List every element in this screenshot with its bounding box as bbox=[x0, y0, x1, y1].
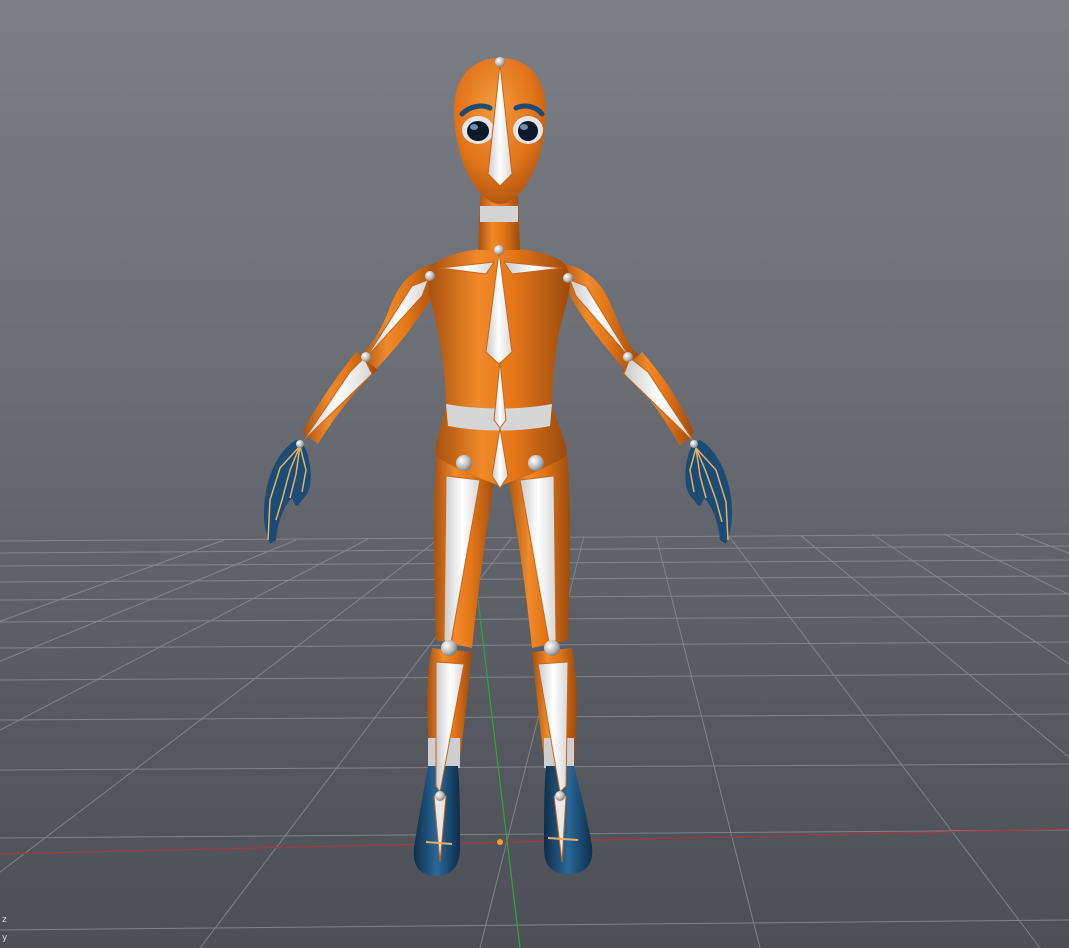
right-hip-joint[interactable] bbox=[528, 455, 544, 471]
right-eye-highlight bbox=[520, 124, 528, 130]
head-top-joint[interactable] bbox=[495, 57, 505, 67]
x-axis-line bbox=[0, 828, 1069, 855]
left-ankle-joint[interactable] bbox=[435, 791, 445, 801]
left-forearm-bone[interactable] bbox=[303, 357, 373, 441]
left-hand bbox=[263, 440, 311, 544]
right-elbow-joint[interactable] bbox=[623, 352, 633, 362]
left-eye-highlight bbox=[470, 124, 478, 130]
left-elbow-joint[interactable] bbox=[361, 352, 371, 362]
right-hand bbox=[685, 440, 733, 544]
left-pupil bbox=[467, 121, 489, 141]
right-pupil bbox=[518, 121, 538, 141]
right-forearm-bone[interactable] bbox=[623, 357, 695, 443]
left-upper-arm-bone[interactable] bbox=[365, 279, 429, 359]
neck bbox=[478, 196, 520, 250]
right-ankle-joint[interactable] bbox=[555, 791, 565, 801]
skeleton-rig[interactable] bbox=[267, 57, 729, 863]
axis-y-label: y bbox=[2, 933, 8, 943]
right-shoulder-joint[interactable] bbox=[563, 273, 573, 283]
neck-band bbox=[480, 206, 518, 222]
neck-joint[interactable] bbox=[494, 245, 504, 255]
right-shoe bbox=[544, 766, 593, 874]
left-knee-joint[interactable] bbox=[441, 640, 457, 656]
right-wrist-joint[interactable] bbox=[690, 440, 698, 448]
axis-gizmo: z y bbox=[2, 916, 18, 946]
scene-canvas[interactable] bbox=[0, 0, 1069, 948]
left-hip-joint[interactable] bbox=[456, 455, 472, 471]
y-axis-line bbox=[477, 599, 521, 948]
axis-z-label: z bbox=[2, 915, 7, 925]
right-knee-joint[interactable] bbox=[544, 640, 560, 656]
origin-point[interactable] bbox=[497, 839, 503, 845]
left-wrist-joint[interactable] bbox=[296, 440, 304, 448]
3d-viewport[interactable]: z y bbox=[0, 0, 1069, 948]
left-shoulder-joint[interactable] bbox=[425, 271, 435, 281]
